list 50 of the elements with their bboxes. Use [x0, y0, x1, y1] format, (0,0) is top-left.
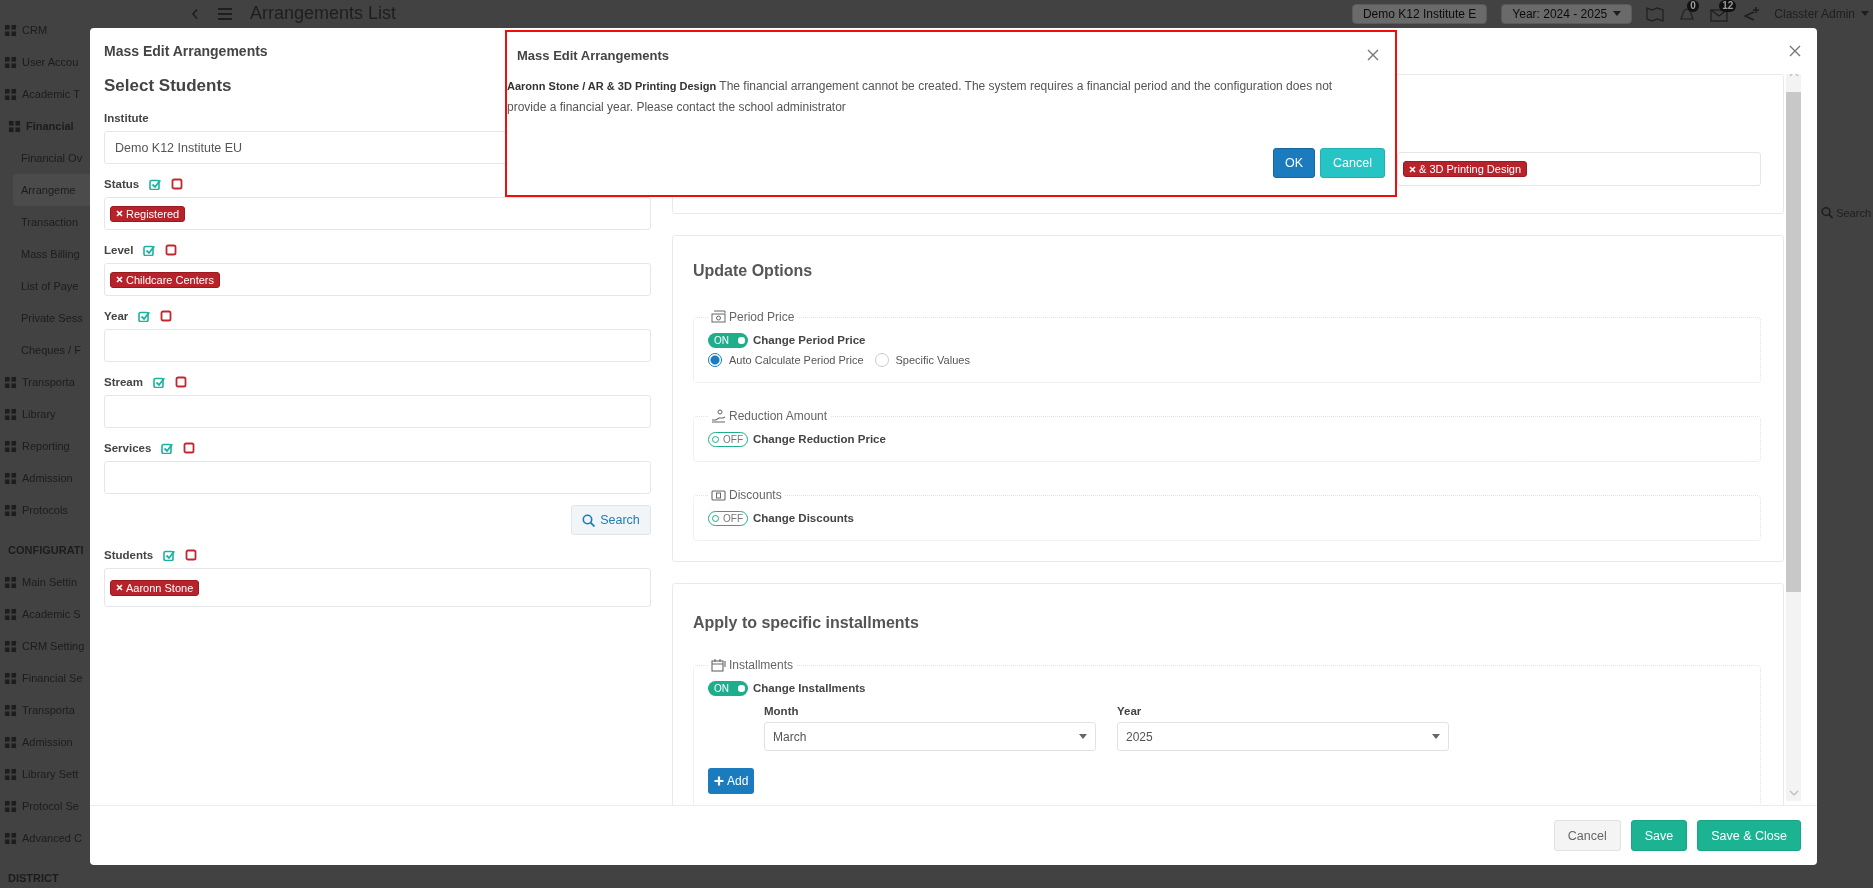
group-legend: Installments [729, 658, 794, 672]
group-legend: Reduction Amount [729, 409, 828, 423]
field-label: Month [764, 704, 800, 719]
tag-field[interactable]: & 3D Printing Design [1397, 152, 1761, 186]
toggle-switch[interactable]: OFF [708, 510, 748, 526]
group-legend: Discounts [729, 488, 782, 502]
modal-title: Mass Edit Arrangements [104, 43, 268, 59]
year-selector[interactable]: Year: 2024 - 2025 [1501, 3, 1633, 24]
field-label: Stream [104, 376, 143, 388]
dropdown[interactable]: March [764, 722, 1096, 751]
filter-tag[interactable]: & 3D Printing Design [1403, 161, 1528, 177]
tag-field[interactable]: Childcare Centers [104, 263, 651, 296]
filter-tag[interactable]: Childcare Centers [110, 271, 221, 288]
field-label: Year [104, 310, 129, 322]
field-label: Level [104, 244, 134, 256]
section-title: Select Students [104, 76, 232, 97]
toggle-label: Change Reduction Price [753, 433, 886, 445]
tag-field[interactable]: Aaronn Stone [104, 568, 651, 607]
footer-button[interactable]: Save [1630, 820, 1688, 851]
radio-label[interactable]: Specific Values [895, 354, 970, 366]
section-title: Apply to specific installments [693, 614, 920, 633]
dropdown[interactable]: 2025 [1117, 722, 1449, 751]
field-label: Year [1117, 704, 1143, 719]
dialog-button[interactable]: Cancel [1320, 148, 1385, 178]
footer-button[interactable]: Save & Close [1697, 820, 1801, 851]
filter-tag[interactable]: Aaronn Stone [110, 579, 200, 596]
notification-badge: 0 [1687, 0, 1699, 12]
section-title: Update Options [693, 262, 814, 281]
institute-selector[interactable]: Demo K12 Institute E [1351, 3, 1488, 24]
group-legend: Period Price [729, 310, 795, 324]
message-badge: 12 [1719, 0, 1737, 12]
toggle-label: Change Installments [753, 682, 866, 694]
field-label: Institute [104, 112, 149, 124]
dialog-title: Mass Edit Arrangements [517, 47, 669, 63]
field-label: Students [104, 549, 154, 561]
search-button[interactable]: Search [571, 505, 651, 535]
filter-tag[interactable]: Registered [110, 205, 186, 222]
dialog-message: Aaronn Stone / AR & 3D Printing Design The financial arrangement cannot be created. The system requires a financial period and the configuration does not provide a financial year. Please contact the school administrator [507, 78, 1334, 116]
dialog-button[interactable]: OK [1273, 148, 1316, 178]
toggle-switch[interactable]: ON [708, 680, 748, 696]
footer-button[interactable]: Cancel [1553, 820, 1621, 851]
toggle-label: Change Period Price [753, 334, 866, 346]
field-label: Status [104, 178, 140, 190]
field-label: Services [104, 442, 152, 454]
radio-label[interactable]: Auto Calculate Period Price [729, 354, 864, 366]
toggle-label: Change Discounts [753, 512, 854, 524]
toggle-switch[interactable]: OFF [708, 431, 748, 447]
tag-field[interactable]: Registered [104, 197, 651, 230]
add-button[interactable]: Add [708, 768, 755, 794]
toggle-switch[interactable]: ON [708, 332, 748, 348]
